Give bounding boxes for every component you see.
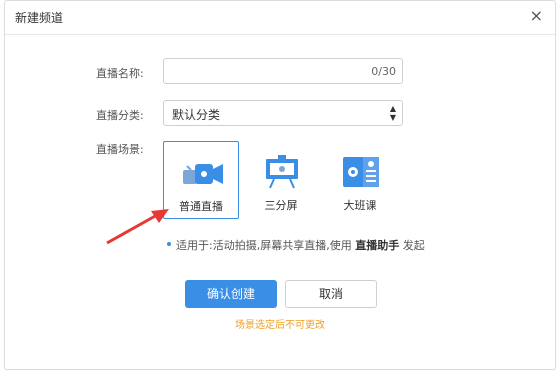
- dialog-header: 新建频道 ×: [5, 1, 555, 35]
- select-arrows-icon: ▲ ▼: [389, 104, 396, 122]
- category-selected-value: 默认分类: [172, 108, 221, 122]
- scene-label-triple: 三分屏: [264, 199, 298, 212]
- cancel-button[interactable]: 取消: [285, 280, 377, 308]
- close-icon[interactable]: ×: [530, 7, 543, 25]
- scene-label: 直播场景:: [96, 143, 144, 156]
- name-counter: 0/30: [371, 65, 396, 78]
- scene-hint: 适用于:活动拍摄,屏幕共享直播,使用 直播助手 发起: [176, 237, 425, 253]
- scene-warning: 场景选定后不可更改: [235, 320, 325, 331]
- scene-card-class[interactable]: 大班课: [322, 141, 398, 219]
- name-input[interactable]: 0/30: [163, 58, 403, 84]
- presentation-board-icon: [266, 155, 298, 189]
- hint-bold: 直播助手: [355, 239, 400, 252]
- scene-card-triple[interactable]: 三分屏: [243, 141, 319, 219]
- category-label: 直播分类:: [96, 109, 144, 122]
- name-label: 直播名称:: [96, 67, 144, 80]
- scene-label-class: 大班课: [343, 199, 377, 212]
- hint-bullet: [167, 242, 171, 246]
- hint-suffix: 发起: [402, 239, 425, 252]
- confirm-create-button[interactable]: 确认创建: [185, 280, 277, 308]
- hint-prefix: 适用于:活动拍摄,屏幕共享直播,使用: [176, 239, 352, 252]
- dialog-title: 新建频道: [15, 11, 64, 25]
- video-camera-icon: [183, 164, 223, 184]
- new-channel-dialog: 新建频道 × 直播名称: 0/30 直播分类: 默认分类 ▲ ▼ 直播场景: 普通…: [4, 0, 556, 370]
- class-board-icon: [343, 157, 379, 187]
- category-select[interactable]: 默认分类 ▲ ▼: [163, 100, 403, 126]
